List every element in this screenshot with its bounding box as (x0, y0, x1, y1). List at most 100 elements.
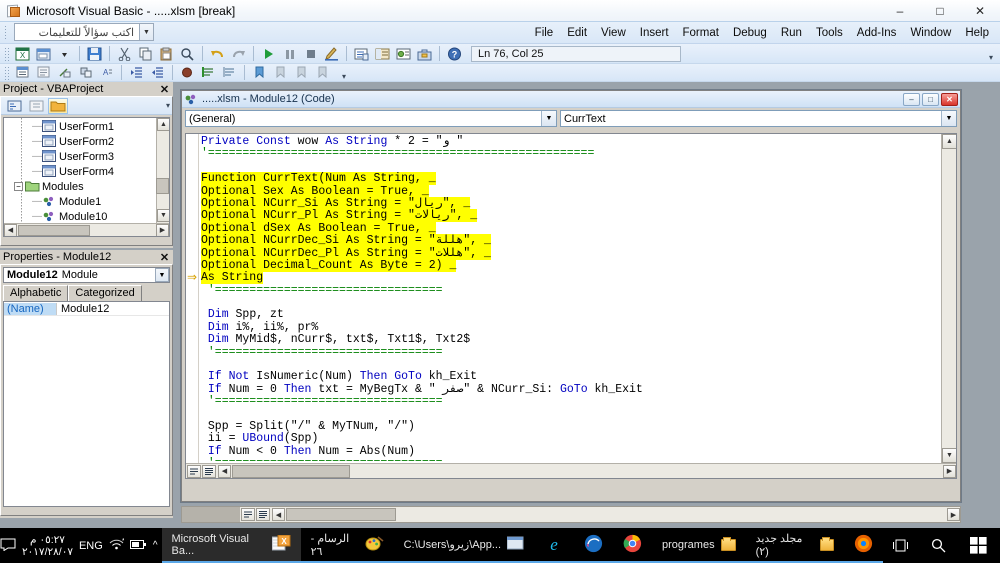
taskbar-item-internet-explorer[interactable]: e (534, 528, 574, 563)
list-properties-methods-icon[interactable] (13, 64, 32, 81)
full-module-view-icon[interactable] (202, 464, 216, 478)
tree-item-userform2[interactable]: — UserForm2 (4, 134, 169, 149)
tree-item-module1[interactable]: — Module1 (4, 194, 169, 209)
cut-icon[interactable] (115, 45, 134, 62)
full-module-view-icon[interactable] (256, 508, 270, 521)
view-code-icon[interactable] (4, 98, 24, 114)
code-line[interactable] (201, 297, 940, 309)
code-line[interactable]: '================================= (201, 346, 940, 359)
taskbar-item-programes[interactable]: programes (652, 528, 746, 563)
code-line[interactable]: Optional Decimal_Count As Byte = 2) _ (201, 258, 940, 272)
object-browser-icon[interactable] (394, 45, 413, 62)
show-hidden-icons-icon[interactable]: ^ (153, 540, 158, 551)
copy-icon[interactable] (136, 45, 155, 62)
code-line[interactable]: '================================= (201, 284, 940, 297)
comment-block-icon[interactable] (199, 64, 218, 81)
taskbar-item-chrome[interactable] (613, 528, 652, 563)
help-search-box[interactable]: ▼ اكتب سؤالاً للتعليمات (14, 23, 154, 41)
complete-word-icon[interactable]: A (97, 64, 116, 81)
properties-grid[interactable]: (Name) Module12 (3, 301, 170, 507)
paste-icon[interactable] (157, 45, 176, 62)
uncomment-block-icon[interactable] (220, 64, 239, 81)
menu-insert[interactable]: Insert (633, 25, 676, 41)
scroll-down-arrow[interactable]: ▼ (942, 448, 956, 463)
toggle-breakpoint-icon[interactable] (178, 64, 197, 81)
scroll-up-arrow[interactable]: ▲ (157, 118, 169, 131)
project-toolbar-overflow[interactable]: ▾ (166, 101, 170, 110)
toolbar-grip[interactable] (4, 46, 9, 61)
code-line[interactable]: Optional NCurrDec_Si As String = "هللة",… (201, 234, 940, 248)
reset-icon[interactable] (301, 45, 320, 62)
design-mode-icon[interactable] (322, 45, 341, 62)
tree-item-userform4[interactable]: — UserForm4 (4, 164, 169, 179)
project-explorer-icon[interactable] (352, 45, 371, 62)
chevron-down-icon[interactable]: ▼ (139, 24, 153, 40)
menu-help[interactable]: Help (958, 25, 996, 41)
taskbar-item-visual-basic[interactable]: X Microsoft Visual Ba... (161, 528, 301, 563)
toolbar-overflow-button[interactable]: ▾ (986, 46, 996, 62)
close-icon[interactable]: ✕ (158, 251, 171, 264)
quick-info-icon[interactable] (55, 64, 74, 81)
edit-toolbar-grip[interactable] (4, 65, 9, 80)
mdi-hscrollbar[interactable]: ◀ ▶ (181, 506, 961, 523)
menu-debug[interactable]: Debug (726, 25, 774, 41)
scroll-down-arrow[interactable]: ▼ (157, 209, 169, 222)
scroll-left-arrow[interactable]: ◀ (4, 223, 17, 236)
wifi-icon[interactable]: * (109, 538, 125, 553)
toggle-folders-icon[interactable] (48, 97, 68, 114)
undo-icon[interactable] (208, 45, 227, 62)
close-button[interactable]: ✕ (960, 0, 1000, 22)
maximize-button[interactable]: □ (920, 0, 960, 22)
task-view-icon[interactable] (883, 528, 920, 563)
code-hscrollbar[interactable]: ◀ ▶ (186, 463, 956, 478)
tree-item-module10[interactable]: — Module10 (4, 209, 169, 224)
language-indicator[interactable]: ENG (79, 540, 103, 552)
tree-expander-icon[interactable]: − (14, 182, 23, 191)
tab-categorized[interactable]: Categorized (68, 285, 142, 301)
parameter-info-icon[interactable] (76, 64, 95, 81)
property-row[interactable]: (Name) Module12 (4, 302, 169, 316)
outdent-icon[interactable] (148, 64, 167, 81)
menu-edit[interactable]: Edit (560, 25, 594, 41)
view-object-icon[interactable] (26, 98, 46, 114)
clear-bookmarks-icon[interactable] (313, 64, 332, 81)
toolbox-icon[interactable] (415, 45, 434, 62)
project-tree-vscrollbar[interactable]: ▲ ▼ (156, 118, 169, 236)
menu-format[interactable]: Format (676, 25, 726, 41)
property-value[interactable]: Module12 (56, 302, 169, 315)
insert-userform-icon[interactable] (34, 45, 53, 62)
find-icon[interactable] (178, 45, 197, 62)
save-icon[interactable] (85, 45, 104, 62)
taskbar-item-paint[interactable]: الرسام - ٢٦ (300, 528, 394, 563)
previous-bookmark-icon[interactable] (292, 64, 311, 81)
scroll-right-arrow[interactable]: ▶ (943, 464, 956, 478)
menu-view[interactable]: View (594, 25, 633, 41)
project-tree-hscrollbar[interactable]: ◀ ▶ (4, 223, 169, 236)
object-combo[interactable]: (General) ▼ (185, 110, 557, 127)
redo-icon[interactable] (229, 45, 248, 62)
run-icon[interactable] (259, 45, 278, 62)
code-vscrollbar[interactable]: ▲ ▼ (941, 134, 956, 463)
windows-start-icon[interactable] (957, 528, 1000, 563)
properties-object-combo[interactable]: Module12 Module ▼ (3, 267, 170, 283)
code-line[interactable]: Optional NCurr_Pl As String = "ريالات", … (201, 209, 940, 223)
code-close-button[interactable]: ✕ (941, 92, 958, 106)
toggle-bookmark-icon[interactable] (250, 64, 269, 81)
insert-dropdown-icon[interactable] (55, 45, 74, 62)
menu-addins[interactable]: Add-Ins (850, 25, 904, 41)
properties-window-icon[interactable] (373, 45, 392, 62)
taskbar-item-new-folder[interactable]: مجلد جديد (٢) (745, 528, 844, 563)
help-icon[interactable]: ? (445, 45, 464, 62)
notifications-icon[interactable] (0, 537, 16, 554)
code-restore-button[interactable]: □ (922, 92, 939, 106)
procedure-view-icon[interactable] (241, 508, 255, 521)
chevron-down-icon[interactable]: ▼ (541, 111, 556, 126)
edit-toolbar-overflow[interactable]: ▾ (339, 65, 349, 81)
scroll-right-arrow[interactable]: ▶ (947, 508, 960, 521)
scroll-left-arrow[interactable]: ◀ (218, 464, 231, 478)
indent-icon[interactable] (127, 64, 146, 81)
chevron-down-icon[interactable]: ▼ (941, 111, 956, 126)
menu-window[interactable]: Window (903, 25, 958, 41)
break-icon[interactable] (280, 45, 299, 62)
procedure-combo[interactable]: CurrText ▼ (560, 110, 957, 127)
